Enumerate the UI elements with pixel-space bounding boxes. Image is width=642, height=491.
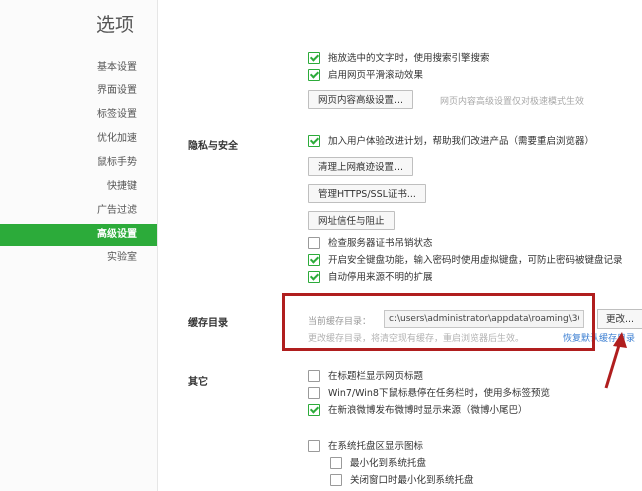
- close-tray-option[interactable]: 关闭窗口时最小化到系统托盘: [330, 473, 474, 489]
- tray-icon-option[interactable]: 在系统托盘区显示图标: [308, 439, 423, 455]
- smooth-scroll-option[interactable]: 启用网页平滑滚动效果: [308, 68, 423, 84]
- tray-icon-label: 在系统托盘区显示图标: [328, 441, 424, 452]
- url-trust-button[interactable]: 网址信任与阻止: [308, 211, 395, 230]
- smooth-scroll-label: 启用网页平滑滚动效果: [328, 70, 424, 81]
- checkbox-checked-icon[interactable]: [308, 403, 320, 416]
- https-cert-button[interactable]: 管理HTTPS/SSL证书...: [308, 184, 426, 203]
- sidebar: 选项 基本设置 界面设置 标签设置 优化加速 鼠标手势 快捷键 广告过滤 高级设…: [0, 0, 158, 491]
- auto-disable-label: 自动停用来源不明的扩展: [328, 272, 433, 283]
- weibo-source-option[interactable]: 在新浪微博发布微博时显示来源（微博小尾巴）: [308, 403, 528, 419]
- show-title-option[interactable]: 在标题栏显示网页标题: [308, 369, 423, 385]
- sidebar-item-shortcuts[interactable]: 快捷键: [0, 176, 157, 198]
- safe-keyboard-option[interactable]: 开启安全键盘功能，输入密码时使用虚拟键盘，可防止密码被键盘记录: [308, 253, 623, 269]
- privacy-section-title: 隐私与安全: [188, 141, 238, 152]
- highlight-box: [282, 293, 595, 351]
- content-advanced-hint: 网页内容高级设置仅对极速模式生效: [440, 97, 585, 107]
- checkbox-icon[interactable]: [308, 439, 320, 452]
- drag-search-label: 拖放选中的文字时，使用搜索引擎搜索: [328, 53, 490, 64]
- content-advanced-button[interactable]: 网页内容高级设置...: [308, 90, 414, 109]
- sidebar-item-advanced[interactable]: 高级设置: [0, 224, 157, 246]
- sidebar-item-mouse-gesture[interactable]: 鼠标手势: [0, 152, 157, 174]
- sidebar-item-interface[interactable]: 界面设置: [0, 80, 157, 102]
- cache-section-title: 缓存目录: [188, 318, 228, 329]
- checkbox-checked-icon[interactable]: [308, 134, 320, 147]
- sidebar-item-optimize[interactable]: 优化加速: [0, 128, 157, 150]
- minimize-tray-label: 最小化到系统托盘: [350, 458, 427, 469]
- win7-preview-option[interactable]: Win7/Win8下鼠标悬停在任务栏时，使用多标签预览: [308, 386, 550, 402]
- close-tray-label: 关闭窗口时最小化到系统托盘: [350, 475, 474, 486]
- page-title: 选项: [96, 14, 135, 36]
- sidebar-item-basic[interactable]: 基本设置: [0, 57, 157, 79]
- checkbox-icon[interactable]: [308, 386, 320, 399]
- safe-keyboard-label: 开启安全键盘功能，输入密码时使用虚拟键盘，可防止密码被键盘记录: [328, 255, 623, 266]
- drag-search-option[interactable]: 拖放选中的文字时，使用搜索引擎搜索: [308, 51, 490, 67]
- annotation-arrow-icon: [604, 332, 627, 389]
- checkbox-icon[interactable]: [330, 473, 342, 486]
- checkbox-checked-icon[interactable]: [308, 51, 320, 64]
- join-plan-label: 加入用户体验改进计划，帮助我们改进产品（需要重启浏览器）: [328, 136, 595, 147]
- check-revoke-option[interactable]: 检查服务器证书吊销状态: [308, 236, 433, 252]
- minimize-tray-option[interactable]: 最小化到系统托盘: [330, 456, 426, 472]
- checkbox-icon[interactable]: [330, 456, 342, 469]
- checkbox-icon[interactable]: [308, 369, 320, 382]
- change-cache-button[interactable]: 更改...: [597, 309, 642, 329]
- sidebar-item-tabs[interactable]: 标签设置: [0, 104, 157, 126]
- sidebar-item-adblock[interactable]: 广告过滤: [0, 200, 157, 222]
- weibo-source-label: 在新浪微博发布微博时显示来源（微博小尾巴）: [328, 405, 528, 416]
- win7-preview-label: Win7/Win8下鼠标悬停在任务栏时，使用多标签预览: [328, 388, 550, 399]
- sidebar-item-lab[interactable]: 实验室: [0, 247, 157, 269]
- other-section-title: 其它: [188, 377, 208, 388]
- check-revoke-label: 检查服务器证书吊销状态: [328, 238, 433, 249]
- checkbox-checked-icon[interactable]: [308, 68, 320, 81]
- clear-traces-button[interactable]: 清理上网痕迹设置...: [308, 157, 414, 176]
- show-title-label: 在标题栏显示网页标题: [328, 371, 424, 382]
- checkbox-checked-icon[interactable]: [308, 253, 320, 266]
- checkbox-icon[interactable]: [308, 236, 320, 249]
- join-plan-option[interactable]: 加入用户体验改进计划，帮助我们改进产品（需要重启浏览器）: [308, 134, 594, 150]
- checkbox-checked-icon[interactable]: [308, 270, 320, 283]
- auto-disable-option[interactable]: 自动停用来源不明的扩展: [308, 270, 433, 286]
